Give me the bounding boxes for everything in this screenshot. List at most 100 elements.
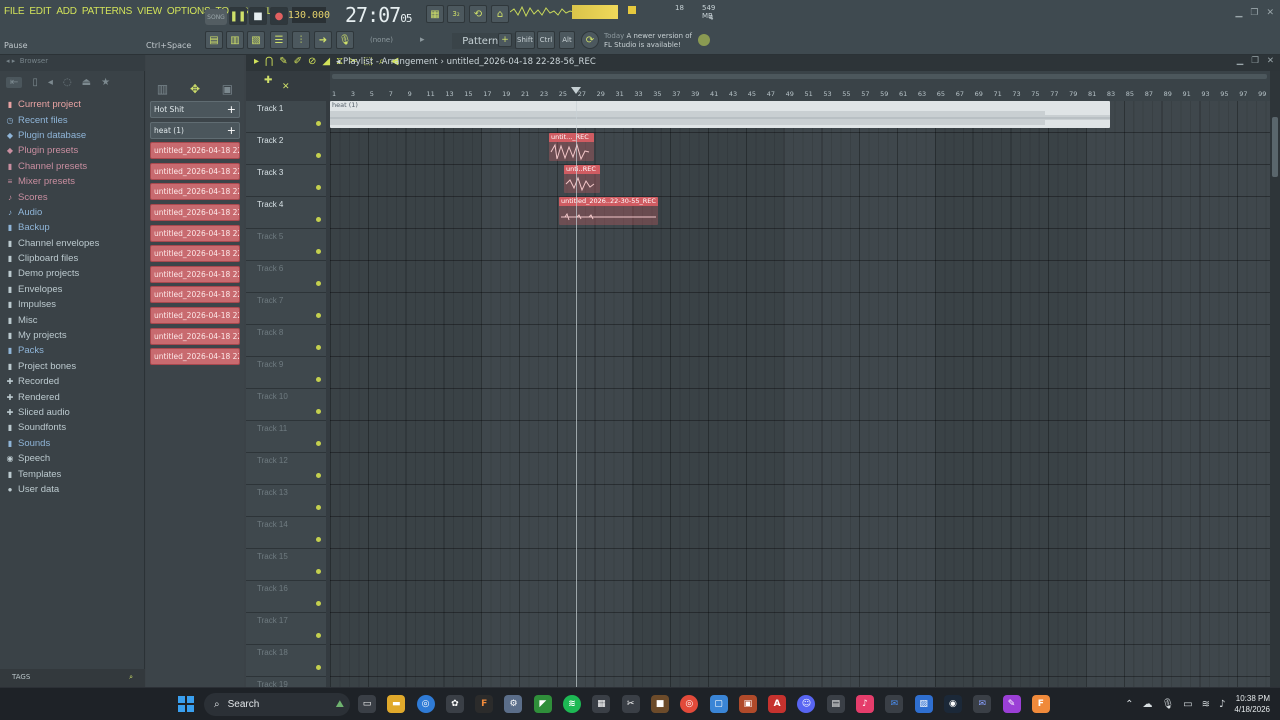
track-mute-toggle[interactable]: [316, 569, 321, 574]
news-button[interactable]: ⟳: [581, 31, 599, 49]
clip-item[interactable]: untitled_2026-04-18 22-: [150, 183, 240, 201]
tiktok-icon[interactable]: ♪: [856, 695, 875, 713]
minimize-icon[interactable]: ▁: [1235, 8, 1242, 18]
track-header[interactable]: Track 10: [246, 389, 326, 421]
clip-item[interactable]: Hot Shit +: [150, 101, 240, 118]
spotify-icon[interactable]: ≋: [563, 695, 582, 713]
collapse-icon[interactable]: ⇤: [6, 76, 23, 88]
audio-clip-rec-2[interactable]: unti..REC: [564, 165, 600, 193]
star-icon[interactable]: ★: [101, 77, 110, 88]
browser-item[interactable]: ▮ Backup: [6, 220, 143, 235]
online-icon[interactable]: [698, 34, 710, 46]
browser-item[interactable]: ✚ Recorded: [6, 374, 143, 389]
shift-key-button[interactable]: Shift: [515, 31, 535, 49]
back-icon[interactable]: ◂: [48, 77, 53, 88]
timeline[interactable]: 1 3 5 7 9 11 13 15 17 19 21 23 25 27 29 31 33 35 37 39 41 43 4…: [330, 71, 1270, 101]
track-mute-toggle[interactable]: [316, 377, 321, 382]
clip-item[interactable]: untitled_2026-04-18 22-: [150, 142, 240, 160]
menu-view[interactable]: VIEW: [137, 6, 162, 17]
circle-icon[interactable]: ◌: [63, 77, 72, 88]
browser-item[interactable]: ▮ Misc: [6, 312, 143, 327]
collapse-tracks-icon[interactable]: ✕: [282, 82, 290, 92]
chat-icon[interactable]: ▭: [1183, 699, 1192, 710]
browser-button[interactable]: ➜: [314, 31, 332, 49]
game-icon[interactable]: ◤: [533, 695, 552, 713]
browser-item[interactable]: ◆ Plugin presets: [6, 143, 143, 158]
clip-item[interactable]: untitled_2026-04-18 22-: [150, 348, 240, 366]
maximize-icon[interactable]: ❐: [1251, 56, 1259, 66]
track-header[interactable]: Track 16: [246, 581, 326, 613]
menu-add[interactable]: ADD: [56, 6, 77, 17]
picker-scroll-icon[interactable]: ▥: [157, 82, 168, 96]
mic-tray-icon[interactable]: 🎙: [1161, 699, 1174, 710]
track-header[interactable]: Track 1: [246, 101, 326, 133]
clip-item[interactable]: untitled_2026-04-18 22-: [150, 162, 240, 180]
task-view-icon[interactable]: ▭: [358, 695, 376, 713]
track-header[interactable]: Track 6: [246, 261, 326, 293]
browser-item[interactable]: ▮ Project bones: [6, 359, 143, 374]
track-mute-toggle[interactable]: [316, 665, 321, 670]
metronome-button[interactable]: ▦: [426, 5, 444, 23]
browser-item[interactable]: ◉ Speech: [6, 451, 143, 466]
audio-clip-heat[interactable]: heat (1): [330, 101, 1110, 128]
add-pattern-button[interactable]: +: [498, 33, 512, 47]
chrome-icon[interactable]: ◎: [416, 695, 435, 713]
volume-icon[interactable]: ♪: [1219, 699, 1225, 710]
track-mute-toggle[interactable]: [316, 345, 321, 350]
audio-clip-rec-3[interactable]: untitled_2026..22-30-55_REC: [559, 197, 658, 225]
delete-icon[interactable]: ⊘: [308, 56, 316, 67]
taskbar-search[interactable]: ⌕ Search ⛰: [204, 693, 350, 716]
track-header[interactable]: Track 2: [246, 133, 326, 165]
fl-studio-app-icon[interactable]: F: [475, 695, 494, 713]
clip-item[interactable]: untitled_2026-04-18 22-: [150, 307, 240, 324]
clip-item[interactable]: untitled_2026-04-18 22-: [150, 204, 240, 221]
countdown-button[interactable]: 3₂: [447, 5, 465, 23]
pattern-prev-icon[interactable]: ▸: [420, 35, 425, 45]
track-header[interactable]: Track 7: [246, 293, 326, 325]
track-mute-toggle[interactable]: [316, 441, 321, 446]
search-icon[interactable]: ⌕: [129, 673, 133, 683]
track-mute-toggle[interactable]: [316, 313, 321, 318]
menu-options[interactable]: OPTIONS: [167, 6, 211, 17]
news-panel[interactable]: Today A newer version of FL Studio is av…: [604, 32, 704, 50]
mic-button[interactable]: 🎙: [336, 31, 354, 49]
browser-item[interactable]: ▮ Impulses: [6, 297, 143, 312]
capcut-icon[interactable]: ✂: [621, 695, 640, 713]
track-header[interactable]: Track 4: [246, 197, 326, 229]
record-button[interactable]: ●: [270, 7, 288, 25]
clip-item[interactable]: untitled_2026-04-18 22-: [150, 245, 240, 263]
track-header[interactable]: Track 15: [246, 549, 326, 581]
track-mute-toggle[interactable]: [316, 409, 321, 414]
menu-file[interactable]: FILE: [4, 6, 25, 17]
clock[interactable]: 10:38 PM 4/18/2026: [1234, 693, 1270, 715]
browser-item[interactable]: ▮ Channel presets: [6, 159, 143, 174]
browser-app-icon[interactable]: ▢: [709, 695, 728, 713]
browser-item[interactable]: ✚ Sliced audio: [6, 405, 143, 420]
brush-icon[interactable]: ✐: [294, 56, 302, 67]
play-button[interactable]: ❚❚: [229, 7, 247, 25]
adobe-icon[interactable]: A: [768, 695, 787, 713]
browser-item[interactable]: ✚ Rendered: [6, 389, 143, 404]
browser-item[interactable]: ▮ Current project: [6, 97, 143, 112]
horizontal-scrollbar[interactable]: [330, 73, 1270, 81]
ctrl-key-button[interactable]: Ctrl: [537, 31, 555, 49]
track-mute-toggle[interactable]: [316, 537, 321, 542]
chevron-up-icon[interactable]: ⌃: [1125, 699, 1133, 710]
plugin-picker-button[interactable]: ⫶: [292, 31, 310, 49]
picker-clip-icon[interactable]: ▣: [222, 82, 233, 96]
track-header[interactable]: Track 8: [246, 325, 326, 357]
browser-item[interactable]: ▮ Sounds: [6, 436, 143, 451]
add-track-icon[interactable]: ✚: [264, 75, 272, 86]
browser-item[interactable]: ▮ Soundfonts: [6, 420, 143, 435]
track-header[interactable]: Track 9: [246, 357, 326, 389]
chrome-alt-icon[interactable]: ◎: [680, 695, 699, 713]
discord-icon[interactable]: ☺: [797, 695, 816, 713]
audio-clip-rec-1[interactable]: untit..._REC: [549, 133, 594, 161]
photos-icon[interactable]: ▨: [914, 695, 933, 713]
browser-item[interactable]: ▮ Clipboard files: [6, 251, 143, 266]
channel-rack-button[interactable]: ▧: [247, 31, 265, 49]
close-icon[interactable]: ✕: [1266, 8, 1274, 18]
move-icon[interactable]: ✥: [190, 82, 200, 96]
fl-studio-active-icon[interactable]: F: [1031, 695, 1050, 713]
browser-item[interactable]: ● User data: [6, 482, 143, 497]
